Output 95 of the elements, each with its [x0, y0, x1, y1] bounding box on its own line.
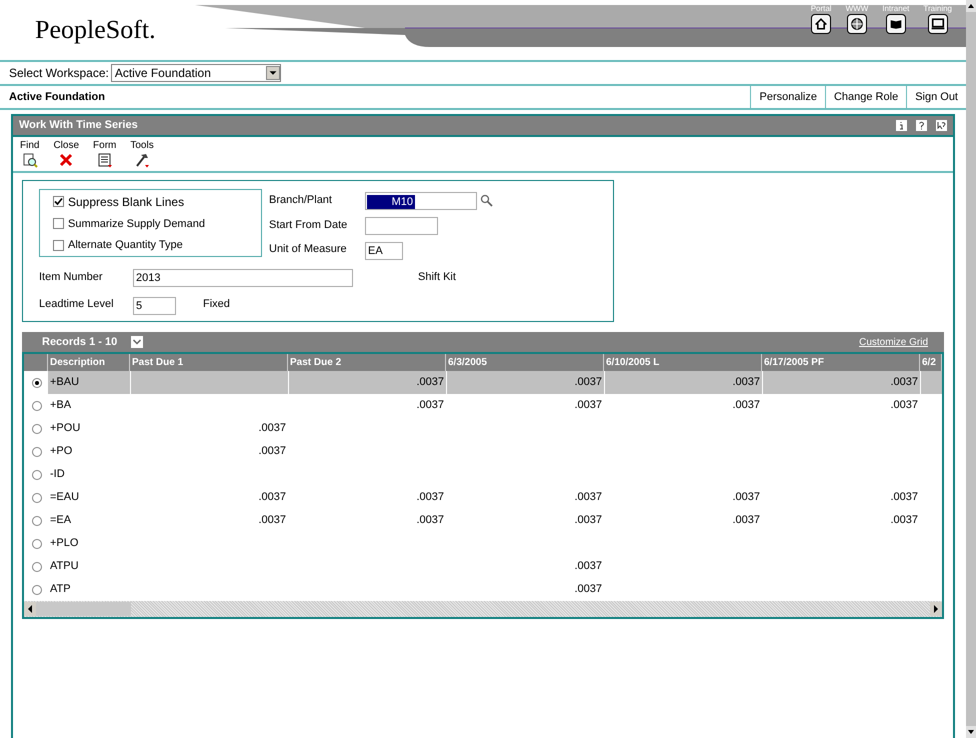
table-cell-text: +BA: [49, 398, 72, 414]
unit-field[interactable]: EA: [365, 242, 403, 260]
table-cell-text: .0037: [731, 490, 761, 506]
help-icon[interactable]: [916, 120, 927, 131]
table-cell: .0037: [604, 371, 762, 394]
home-icon[interactable]: [811, 14, 832, 34]
table-cell-text: =EA: [49, 513, 72, 528]
table-cell-text: .0037: [257, 444, 287, 460]
table-cell-text: .0037: [573, 582, 603, 598]
checkbox[interactable]: [53, 218, 64, 230]
table-cell-text: .0037: [573, 513, 603, 528]
table-cell: +BAU: [48, 371, 130, 394]
form-icon: [96, 152, 113, 168]
monitor-icon[interactable]: [928, 14, 948, 34]
row-radio[interactable]: [32, 378, 42, 388]
table-cell-text: .0037: [573, 398, 603, 414]
row-radio[interactable]: [32, 516, 42, 526]
option-label: Summarize Supply Demand: [68, 216, 205, 232]
table-cell-text: .0037: [731, 398, 761, 414]
scroll-up-icon[interactable]: [966, 0, 976, 12]
vertical-scrollbar[interactable]: [966, 0, 976, 738]
row-radio[interactable]: [32, 584, 42, 594]
customize-grid-link[interactable]: Customize Grid: [859, 334, 928, 350]
option-label: Suppress Blank Lines: [68, 194, 184, 210]
toolbar-button[interactable]: Form: [93, 140, 116, 171]
header-link-label: Training: [923, 4, 952, 14]
item-number-field[interactable]: 2013: [133, 269, 353, 287]
leadtime-description: Fixed: [203, 297, 230, 312]
search-icon[interactable]: [480, 194, 493, 207]
header-link-label: Portal: [810, 4, 832, 14]
row-radio[interactable]: [32, 470, 42, 480]
workspace-label: Select Workspace:: [9, 65, 109, 82]
field-label: Start From Date: [269, 218, 348, 233]
table-cell-text: =EAU: [49, 490, 80, 506]
field-label: Branch/Plant: [269, 193, 332, 208]
role-title: Active Foundation: [8, 90, 106, 105]
scroll-left-icon[interactable]: [24, 602, 36, 616]
table-cell-text: .0037: [573, 559, 603, 574]
table-cell-text: ATPU: [49, 559, 80, 574]
option-label: Alternate Quantity Type: [68, 238, 183, 253]
hammer-icon: [134, 152, 150, 168]
workspace-dropdown[interactable]: Active Foundation: [110, 64, 281, 82]
branch-plant-field[interactable]: M10: [365, 192, 477, 210]
table-cell-text: .0037: [731, 513, 761, 528]
table-cell-text: .0037: [889, 398, 919, 414]
records-label: Records 1 - 10: [42, 334, 118, 350]
scroll-down-icon[interactable]: [966, 726, 976, 738]
table-cell: .0037: [446, 371, 604, 394]
table-cell-text: +PLO: [49, 536, 80, 552]
chevron-down-icon[interactable]: [131, 336, 144, 348]
row-radio[interactable]: [32, 424, 42, 434]
table-cell-text: .0037: [889, 513, 919, 528]
row-radio[interactable]: [32, 492, 42, 502]
item-description: Shift Kit: [418, 270, 456, 285]
field-label: Unit of Measure: [269, 242, 347, 257]
close-icon: [58, 152, 74, 168]
row-radio[interactable]: [32, 538, 42, 548]
whats-this-icon[interactable]: [936, 120, 947, 131]
table-cell-text: .0037: [257, 513, 287, 528]
start-date-field[interactable]: [365, 217, 438, 235]
table-cell: .0037: [288, 371, 446, 394]
header-link-label: Intranet: [882, 4, 910, 14]
toolbar-button[interactable]: Tools: [130, 140, 154, 171]
table-cell-text: .0037: [415, 513, 445, 528]
table-cell-text: .0037: [257, 490, 287, 506]
table-cell-text: .0037: [257, 421, 287, 436]
leadtime-field[interactable]: 5: [133, 297, 176, 315]
header-link-label: WWW: [846, 4, 868, 14]
info-icon[interactable]: [896, 120, 907, 131]
magnifier-icon: [22, 152, 38, 168]
field-label: Leadtime Level: [39, 297, 114, 312]
toolbar-button[interactable]: Find: [20, 140, 40, 171]
row-radio[interactable]: [32, 400, 42, 410]
table-cell-text: .0037: [573, 490, 603, 506]
table-cell: [920, 371, 942, 394]
form-title: Work With Time Series: [19, 118, 138, 134]
table-cell-text: -ID: [49, 467, 66, 482]
book-icon[interactable]: [886, 14, 906, 34]
toolbar-button[interactable]: Close: [53, 140, 80, 171]
row-radio[interactable]: [32, 562, 42, 572]
checkbox[interactable]: [53, 240, 64, 251]
globe-icon[interactable]: [846, 14, 867, 34]
table-cell: .0037: [762, 371, 920, 394]
logo: PeopleSoft.: [34, 14, 157, 46]
row-radio[interactable]: [32, 446, 42, 456]
field-label: Item Number: [39, 270, 103, 285]
horizontal-scrollbar[interactable]: [24, 601, 942, 617]
table-cell-text: .0037: [415, 490, 445, 506]
table-cell-text: .0037: [415, 398, 445, 414]
table-cell-text: .0037: [889, 490, 919, 506]
table-cell-text: ATP: [49, 582, 72, 598]
table-cell-text: +POU: [49, 421, 82, 436]
checkbox[interactable]: [53, 196, 64, 207]
table-cell-text: +PO: [49, 444, 74, 460]
scroll-right-icon[interactable]: [930, 602, 942, 616]
